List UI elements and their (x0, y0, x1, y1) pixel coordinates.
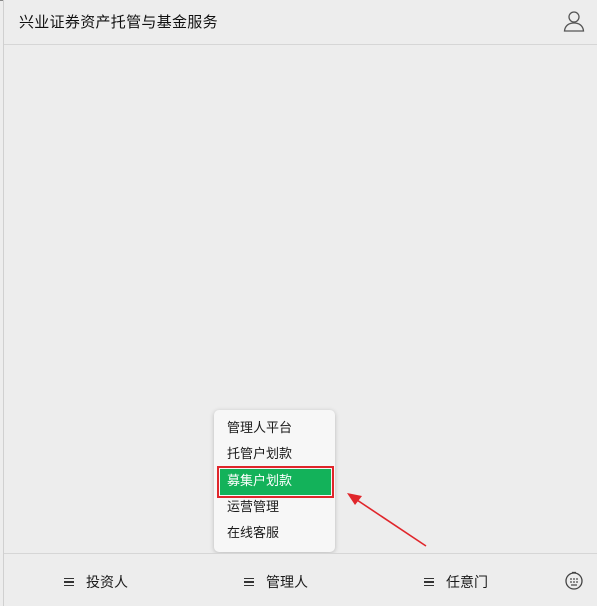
menu-item-fundraising-transfer[interactable]: 募集户划款 (217, 466, 334, 498)
menu-icon (244, 576, 254, 589)
keyboard-toggle-button[interactable] (564, 571, 584, 591)
footer-menu-anywhere-door[interactable]: 任意门 (424, 572, 488, 592)
title-bar: 兴业证券资产托管与基金服务 (4, 0, 597, 45)
bottom-menu-bar: 投资人 管理人 任意门 (4, 553, 597, 606)
footer-menu-label: 投资人 (86, 575, 128, 591)
menu-icon (424, 576, 434, 589)
menu-item-manager-platform[interactable]: 管理人平台 (214, 416, 335, 442)
menu-item-custody-transfer[interactable]: 托管户划款 (214, 442, 335, 468)
footer-menu-manager[interactable]: 管理人 (244, 572, 308, 592)
wechat-official-account-window: 兴业证券资产托管与基金服务 管理人平台 托管户划款 募集户划款 运营管理 在线客… (3, 0, 597, 606)
footer-menu-label: 任意门 (446, 575, 488, 591)
user-profile-button[interactable] (562, 9, 586, 33)
menu-item-operations[interactable]: 运营管理 (214, 495, 335, 521)
menu-item-online-service[interactable]: 在线客服 (214, 521, 335, 547)
footer-menu-investor[interactable]: 投资人 (64, 572, 128, 592)
account-title: 兴业证券资产托管与基金服务 (19, 13, 218, 31)
user-icon (563, 11, 585, 32)
annotation-arrow (347, 493, 427, 547)
menu-icon (64, 576, 74, 589)
submenu-popup: 管理人平台 托管户划款 募集户划款 运营管理 在线客服 (214, 410, 335, 552)
keyboard-icon (565, 571, 583, 590)
footer-menu-label: 管理人 (266, 575, 308, 591)
